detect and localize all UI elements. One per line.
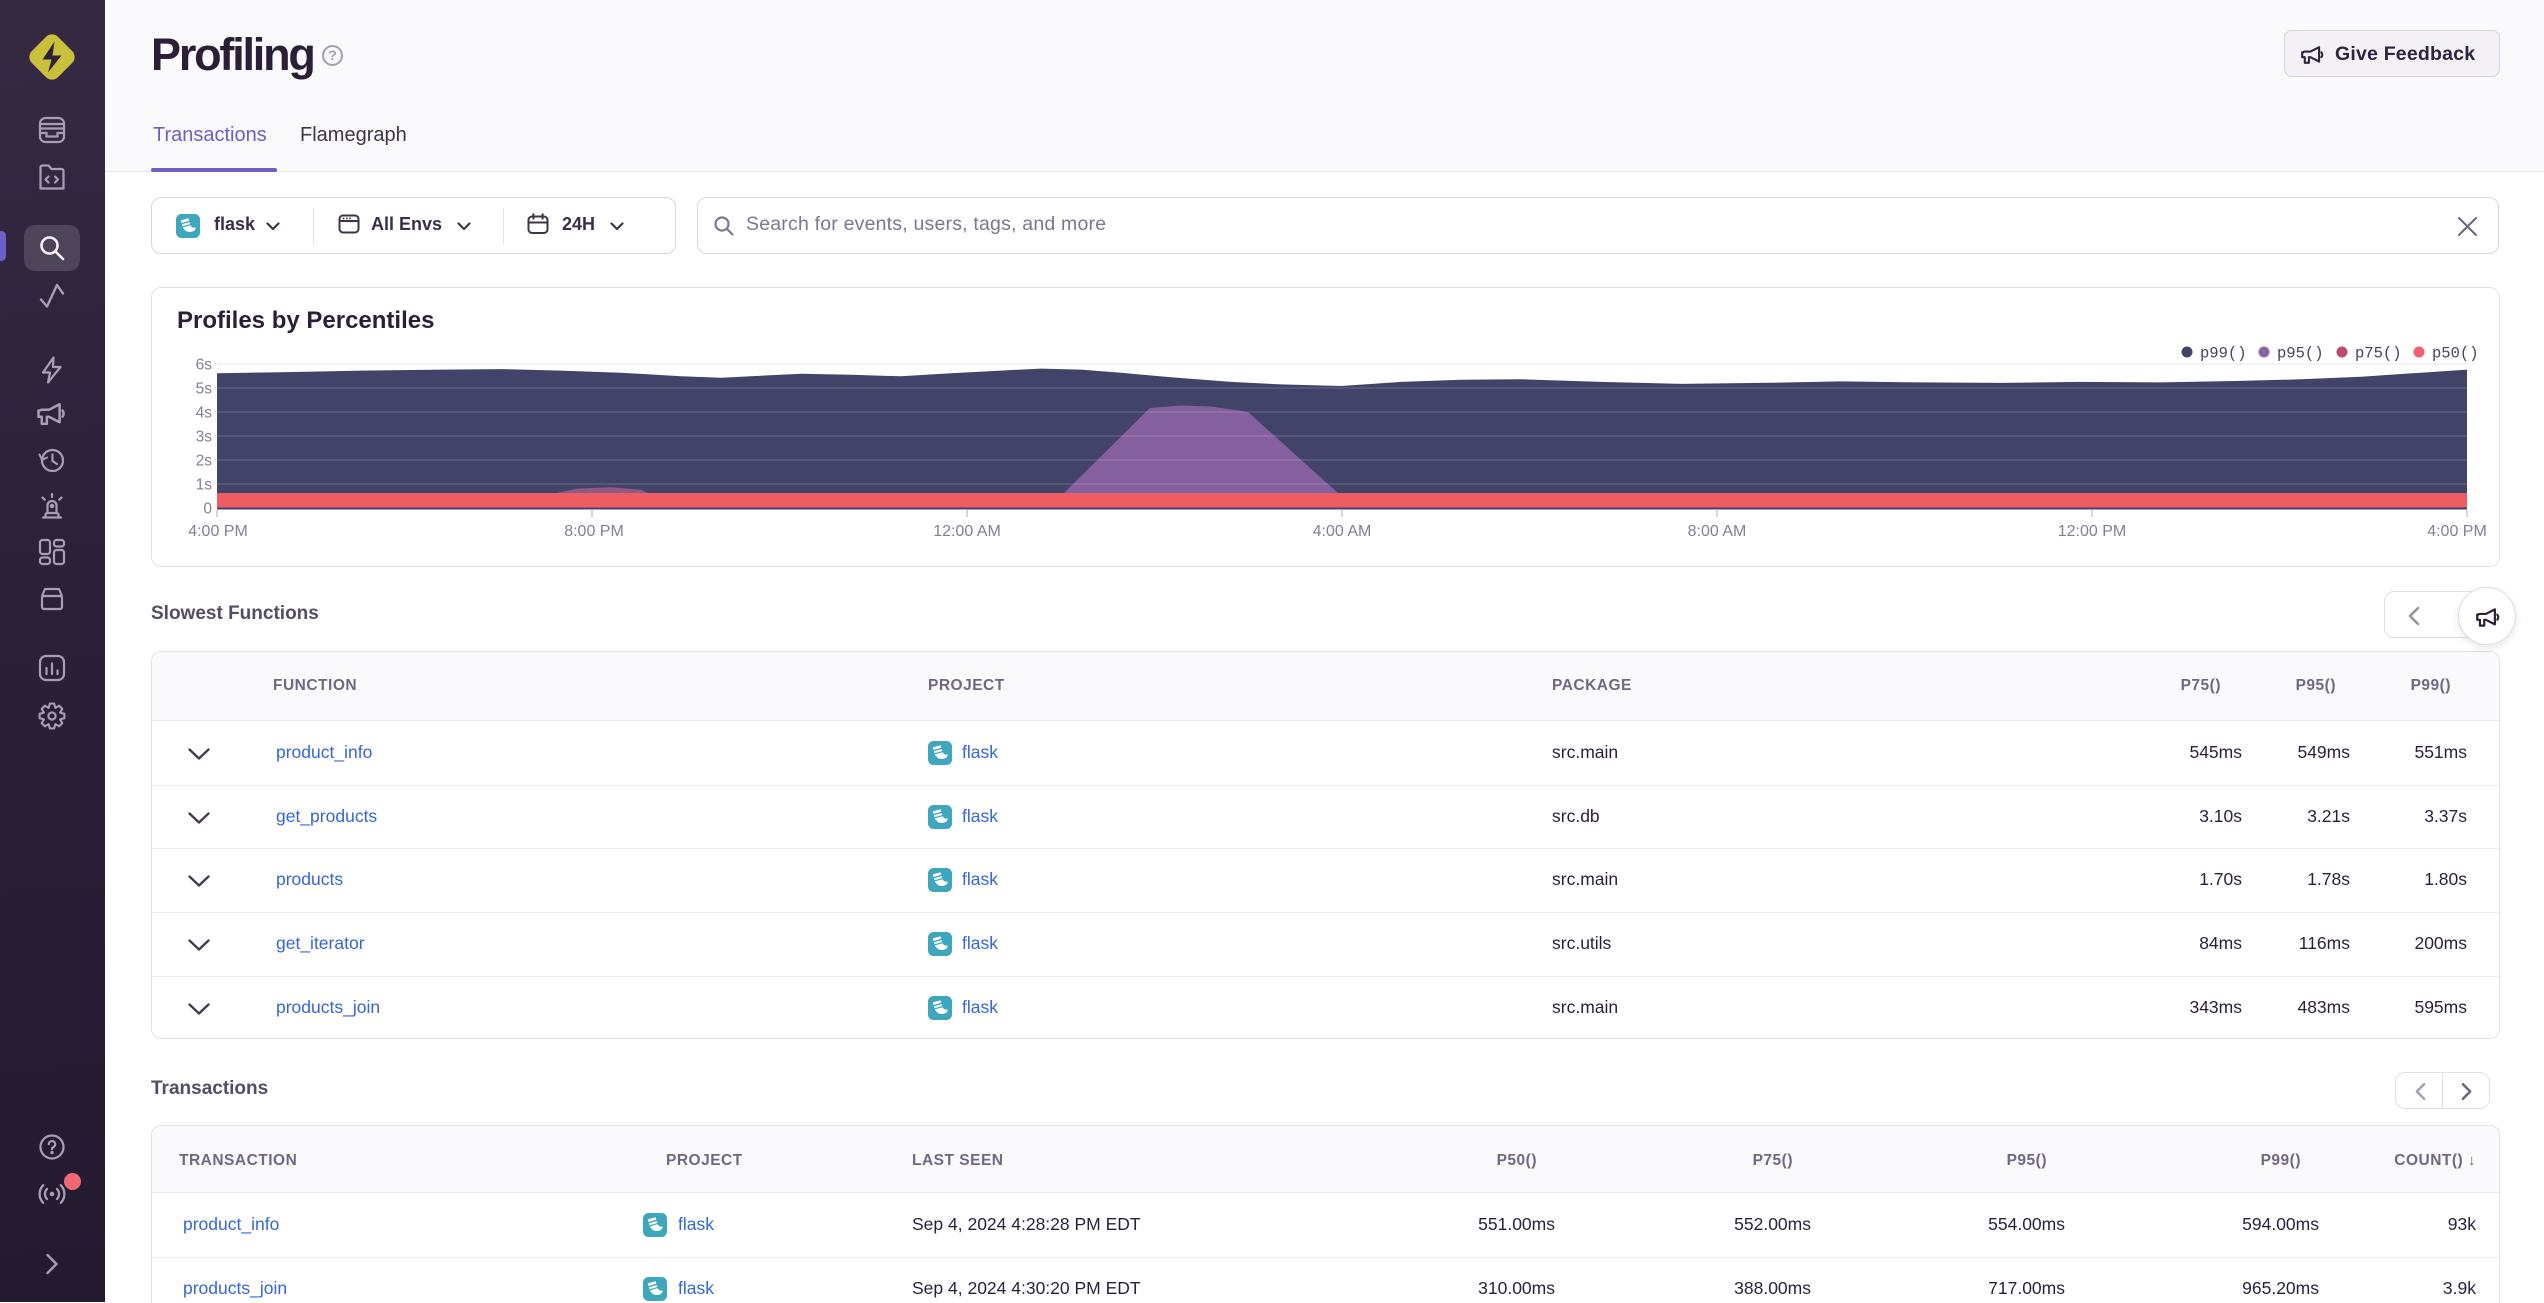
svg-text:5s: 5s [196,381,213,398]
svg-text:1s: 1s [196,477,213,494]
svg-text:0: 0 [203,501,212,518]
svg-text:p95(): p95() [2277,345,2324,363]
svg-text:4:00 AM: 4:00 AM [1313,523,1372,540]
svg-text:p50(): p50() [2432,345,2479,363]
svg-text:12:00 PM: 12:00 PM [2058,523,2126,540]
svg-text:12:00 AM: 12:00 AM [933,523,1001,540]
svg-text:4:00 PM: 4:00 PM [2427,523,2487,540]
svg-text:3s: 3s [196,429,213,446]
svg-text:p99(): p99() [2200,345,2247,363]
svg-text:p75(): p75() [2355,345,2402,363]
svg-text:2s: 2s [196,453,213,470]
svg-text:4s: 4s [196,405,213,422]
svg-text:6s: 6s [196,357,213,374]
svg-text:8:00 PM: 8:00 PM [564,523,624,540]
svg-text:4:00 PM: 4:00 PM [188,523,248,540]
svg-text:8:00 AM: 8:00 AM [1688,523,1747,540]
